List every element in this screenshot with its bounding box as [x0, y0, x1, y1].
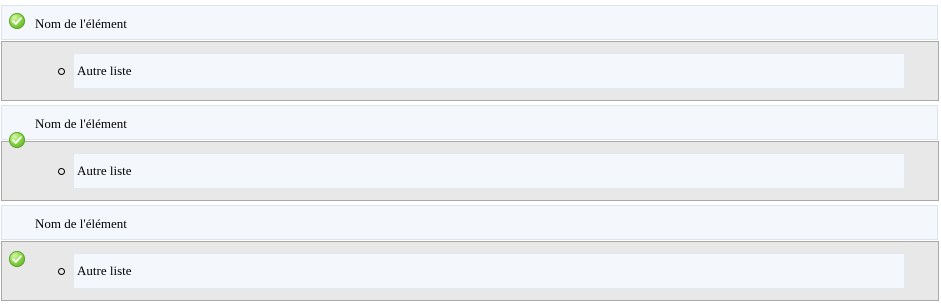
list-item-header[interactable]: Nom de l'élément: [1, 105, 938, 140]
check-icon: [9, 13, 25, 29]
sublist-container: Autre liste: [1, 41, 939, 101]
item-label: Nom de l'élément: [35, 16, 127, 31]
item-label: Nom de l'élément: [35, 216, 127, 231]
check-icon: [9, 132, 25, 148]
bullet-icon: [58, 268, 65, 275]
sublist-item[interactable]: Autre liste: [73, 153, 905, 189]
item-label: Nom de l'élément: [35, 116, 127, 131]
sublist-item-label: Autre liste: [77, 163, 132, 178]
check-icon: [9, 251, 25, 267]
list-item-header[interactable]: Nom de l'élément: [1, 205, 938, 240]
list-item-header[interactable]: Nom de l'élément: [1, 5, 938, 40]
sublist-item[interactable]: Autre liste: [73, 253, 905, 289]
sublist-item[interactable]: Autre liste: [73, 53, 905, 89]
bullet-icon: [58, 168, 65, 175]
sublist-item-label: Autre liste: [77, 63, 132, 78]
sublist-container: Autre liste: [1, 141, 939, 201]
bullet-icon: [58, 68, 65, 75]
sublist-container: Autre liste: [1, 241, 939, 301]
sublist-item-label: Autre liste: [77, 263, 132, 278]
